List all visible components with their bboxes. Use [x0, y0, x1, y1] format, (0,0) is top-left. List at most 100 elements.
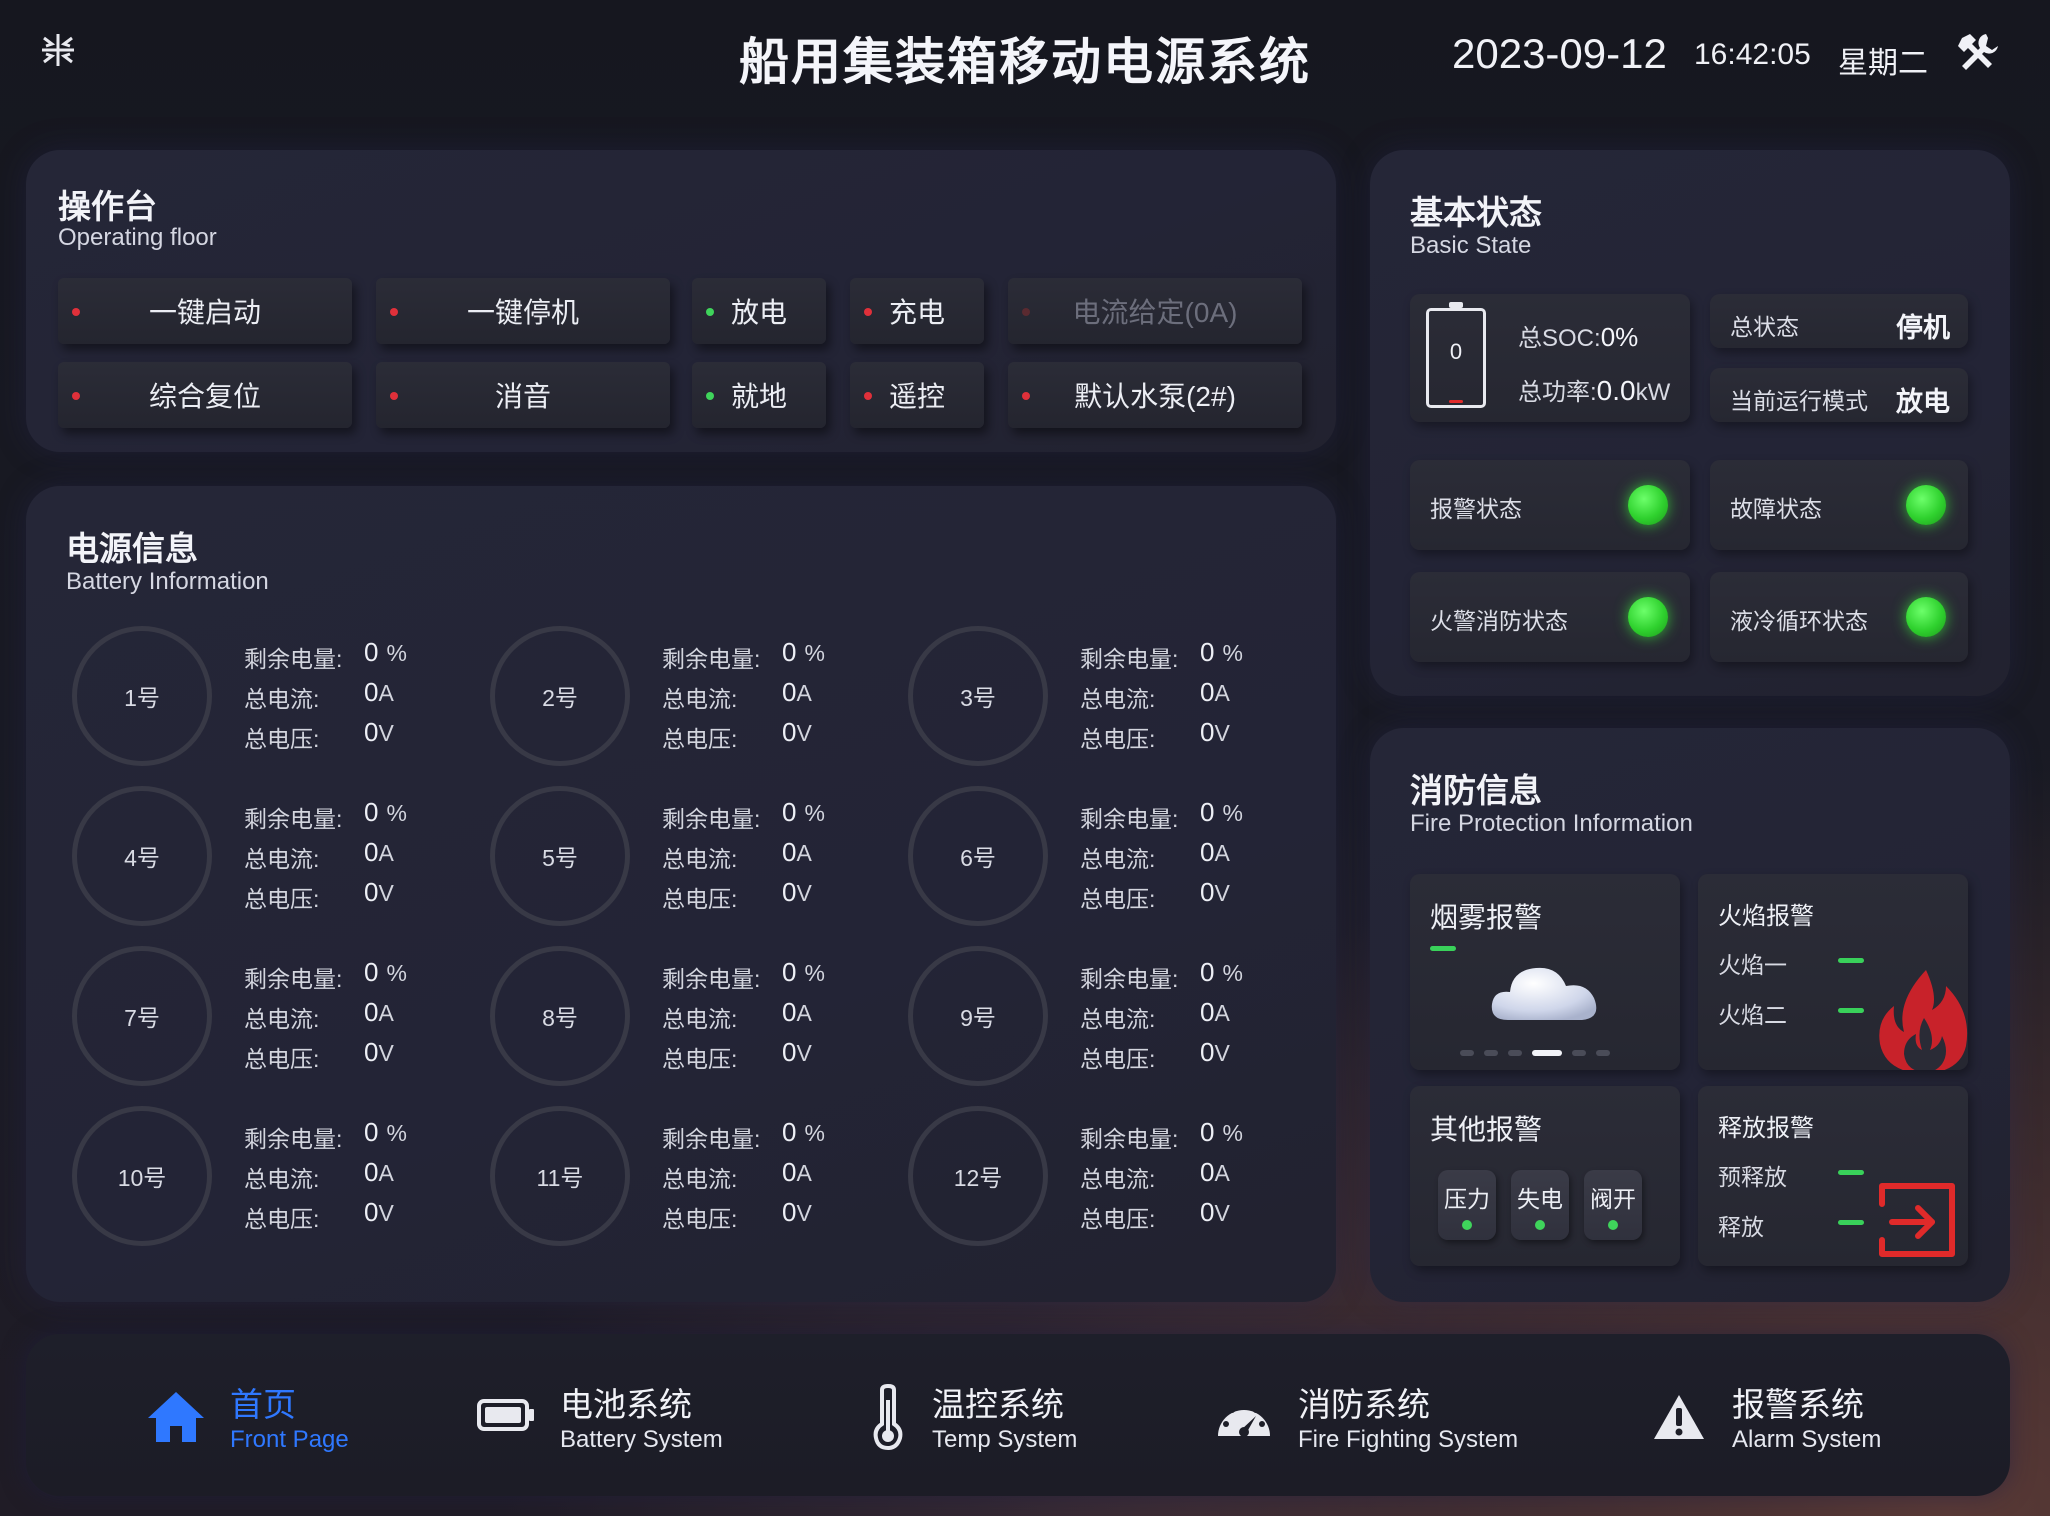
battery-pack-ring[interactable]: 3号 [908, 626, 1048, 766]
battery-pack-soc: 剩余电量: 0% [662, 797, 825, 832]
fault-state-label: 故障状态 [1730, 496, 1822, 522]
battery-pack-soc: 剩余电量: 0% [1080, 637, 1243, 672]
fire-state-card: 火警消防状态 [1410, 572, 1690, 662]
battery-pack-current: 总电流: 0A [244, 677, 394, 712]
battery-pack-soc: 剩余电量: 0% [662, 1117, 825, 1152]
run-mode-card: 当前运行模式 放电 [1710, 368, 1968, 422]
battery-pack-voltage: 总电压: 0V [1080, 1197, 1230, 1232]
liquid-cooling-led [1906, 597, 1946, 637]
battery-pack-voltage: 总电压: 0V [244, 717, 394, 752]
reset-button[interactable]: 综合复位 [58, 362, 352, 428]
battery-info-subtitle: Battery Information [66, 568, 269, 595]
total-state-card: 总状态 停机 [1710, 294, 1968, 348]
battery-pack-soc: 剩余电量: 0% [1080, 957, 1243, 992]
nav-front-page[interactable]: 首页 Front Page [146, 1334, 386, 1496]
status-dot [706, 392, 714, 400]
battery-pack-ring[interactable]: 1号 [72, 626, 212, 766]
mute-button[interactable]: 消音 [376, 362, 670, 428]
current-setpoint-button[interactable]: 电流给定(0A) [1008, 278, 1302, 344]
charge-button[interactable]: 充电 [850, 278, 984, 344]
battery-pack-current: 总电流: 0A [244, 837, 394, 872]
local-mode-button[interactable]: 就地 [692, 362, 826, 428]
battery-pack-voltage: 总电压: 0V [1080, 1037, 1230, 1072]
nav-sublabel: Alarm System [1732, 1426, 1882, 1453]
battery-pack-voltage: 总电压: 0V [662, 717, 812, 752]
nav-alarm-system[interactable]: 报警系统 Alarm System [1652, 1334, 1952, 1496]
nav-sublabel: Temp System [932, 1426, 1078, 1453]
nav-battery-system[interactable]: 电池系统 Battery System [476, 1334, 776, 1496]
total-state-value: 停机 [1896, 313, 1950, 343]
battery-pack-ring[interactable]: 10号 [72, 1106, 212, 1246]
discharge-button[interactable]: 放电 [692, 278, 826, 344]
battery-pack-soc: 剩余电量: 0% [1080, 1117, 1243, 1152]
soc-label: 总SOC:0% [1518, 322, 1639, 352]
release-icon [1878, 1180, 1958, 1260]
battery-pack-current: 总电流: 0A [1080, 677, 1230, 712]
battery-pack-voltage: 总电压: 0V [244, 877, 394, 912]
basic-state-subtitle: Basic State [1410, 232, 1532, 259]
stop-all-button[interactable]: 一键停机 [376, 278, 670, 344]
operating-floor-title: 操作台 [58, 188, 157, 225]
status-dot [72, 308, 80, 316]
release-indicator [1838, 1220, 1864, 1225]
flame-2-label: 火焰二 [1718, 1002, 1787, 1028]
battery-pack-ring[interactable]: 12号 [908, 1106, 1048, 1246]
status-dot [390, 308, 398, 316]
battery-pack-soc: 剩余电量: 0% [244, 957, 407, 992]
run-mode-label: 当前运行模式 [1730, 388, 1868, 414]
thermometer-icon [873, 1384, 903, 1450]
battery-pack-ring[interactable]: 7号 [72, 946, 212, 1086]
liquid-cooling-card: 液冷循环状态 [1710, 572, 1968, 662]
carousel-dots[interactable] [1460, 1050, 1630, 1058]
flame-alarm-title: 火焰报警 [1718, 903, 1814, 930]
fault-state-led [1906, 485, 1946, 525]
flame-alarm-card: 火焰报警 火焰一 火焰二 [1698, 874, 1968, 1070]
battery-pack-current: 总电流: 0A [244, 1157, 394, 1192]
battery-pack-voltage: 总电压: 0V [1080, 717, 1230, 752]
battery-pack-current: 总电流: 0A [662, 1157, 812, 1192]
nav-label: 电池系统 [560, 1386, 692, 1423]
battery-pack-voltage: 总电压: 0V [662, 1197, 812, 1232]
status-dot [72, 392, 80, 400]
pressure-alarm-chip: 压力 [1438, 1170, 1496, 1240]
basic-state-panel: 基本状态 Basic State 0 总SOC:0% 总功率:0.0kW 总状态… [1370, 150, 2010, 696]
fire-info-title: 消防信息 [1410, 772, 1542, 809]
alarm-state-card: 报警状态 [1410, 460, 1690, 550]
power-value: 0.0 [1596, 375, 1636, 406]
battery-pack-ring[interactable]: 6号 [908, 786, 1048, 926]
nav-fire-fighting-system[interactable]: 消防系统 Fire Fighting System [1214, 1334, 1574, 1496]
battery-pack-current: 总电流: 0A [662, 677, 812, 712]
battery-icon [477, 1399, 534, 1431]
battery-pack-soc: 剩余电量: 0% [662, 957, 825, 992]
tools-icon[interactable] [1956, 32, 2000, 72]
start-all-button[interactable]: 一键启动 [58, 278, 352, 344]
battery-pack-ring[interactable]: 5号 [490, 786, 630, 926]
power-label: 总功率:0.0kW [1518, 375, 1671, 406]
battery-pack-voltage: 总电压: 0V [662, 1037, 812, 1072]
battery-pack-ring[interactable]: 9号 [908, 946, 1048, 1086]
default-pump-button[interactable]: 默认水泵(2#) [1008, 362, 1302, 428]
battery-pack-ring[interactable]: 2号 [490, 626, 630, 766]
fire-state-label: 火警消防状态 [1430, 608, 1568, 634]
nav-temp-system[interactable]: 温控系统 Temp System [868, 1334, 1148, 1496]
battery-pack-ring[interactable]: 8号 [490, 946, 630, 1086]
battery-pack-voltage: 总电压: 0V [244, 1197, 394, 1232]
battery-gauge-value: 0 [1449, 339, 1463, 364]
weekday: 星期二 [1838, 47, 1928, 80]
bottom-nav: 首页 Front Page 电池系统 Battery System 温控系统 T… [26, 1334, 2010, 1496]
battery-pack-soc: 剩余电量: 0% [662, 637, 825, 672]
fault-state-card: 故障状态 [1710, 460, 1968, 550]
battery-pack-current: 总电流: 0A [1080, 1157, 1230, 1192]
battery-pack-ring[interactable]: 11号 [490, 1106, 630, 1246]
home-icon [148, 1392, 204, 1442]
clock-time: 16:42:05 [1694, 38, 1811, 71]
cloud-icon [1486, 952, 1606, 1032]
flame-1-label: 火焰一 [1718, 952, 1787, 978]
alarm-state-label: 报警状态 [1430, 496, 1522, 522]
operating-floor-subtitle: Operating floor [58, 224, 217, 251]
basic-state-title: 基本状态 [1410, 194, 1542, 231]
remote-mode-button[interactable]: 遥控 [850, 362, 984, 428]
warning-icon [1654, 1395, 1704, 1439]
pre-release-label: 预释放 [1718, 1164, 1787, 1190]
battery-pack-ring[interactable]: 4号 [72, 786, 212, 926]
